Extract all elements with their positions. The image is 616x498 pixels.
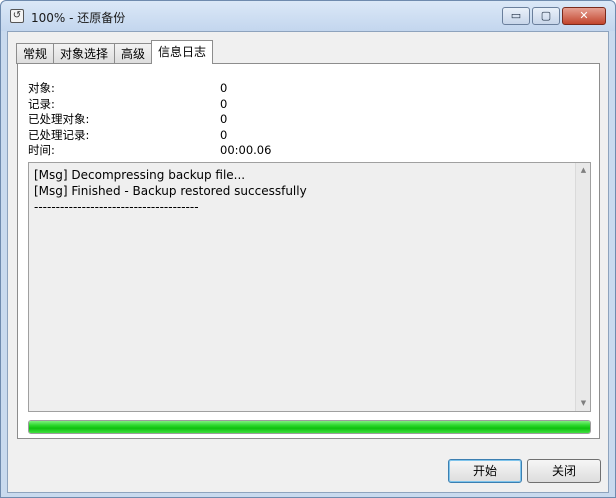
scroll-down-arrow-icon[interactable]: ▼ <box>576 396 591 411</box>
stat-row-records: 记录: 0 <box>28 97 328 113</box>
stat-label: 对象: <box>28 81 55 95</box>
log-line: [Msg] Decompressing backup file... <box>34 168 246 182</box>
message-log-panel: 对象: 0 记录: 0 已处理对象: 0 已处理记录: 0 时间: 00:00.… <box>17 63 600 439</box>
stat-value: 0 <box>220 81 228 95</box>
stat-label: 时间: <box>28 143 55 157</box>
tab-advanced[interactable]: 高级 <box>114 43 153 64</box>
stats-list: 对象: 0 记录: 0 已处理对象: 0 已处理记录: 0 时间: 00:00.… <box>28 81 328 159</box>
maximize-button[interactable]: ▢ <box>532 7 560 25</box>
stat-row-objects: 对象: 0 <box>28 81 328 97</box>
caption-buttons: ▭ ▢ ✕ <box>500 7 606 25</box>
progress-fill <box>29 421 590 433</box>
progress-bar <box>28 420 591 434</box>
tab-object-selection[interactable]: 对象选择 <box>53 43 116 64</box>
restore-backup-window: ↺ 100% - 还原备份 ▭ ▢ ✕ 常规 对象选择 高级 信息日志 对象: … <box>0 0 616 498</box>
dialog-client-area: 常规 对象选择 高级 信息日志 对象: 0 记录: 0 已处理对象: 0 已处理… <box>7 31 609 493</box>
log-line: -------------------------------------- <box>34 200 199 214</box>
stat-row-processed-records: 已处理记录: 0 <box>28 128 328 144</box>
tab-general[interactable]: 常规 <box>16 43 55 64</box>
stat-label: 已处理对象: <box>28 112 90 126</box>
start-button[interactable]: 开始 <box>448 459 522 483</box>
close-button[interactable]: 关闭 <box>527 459 601 483</box>
tab-message-log[interactable]: 信息日志 <box>151 40 214 64</box>
minimize-button[interactable]: ▭ <box>502 7 530 25</box>
stat-label: 记录: <box>28 96 55 111</box>
title-bar[interactable]: ↺ 100% - 还原备份 ▭ ▢ ✕ <box>1 1 615 31</box>
stat-row-time: 时间: 00:00.06 <box>28 143 328 159</box>
window-title: 100% - 还原备份 <box>31 11 126 25</box>
stat-value: 0 <box>220 112 228 126</box>
stat-value: 00:00.06 <box>220 143 272 157</box>
log-line: [Msg] Finished - Backup restored success… <box>34 184 307 198</box>
tab-strip: 常规 对象选择 高级 信息日志 <box>16 40 214 64</box>
scroll-up-arrow-icon[interactable]: ▲ <box>576 163 591 178</box>
restore-app-icon: ↺ <box>10 9 24 23</box>
stat-label: 已处理记录: <box>28 127 90 142</box>
stat-value: 0 <box>220 127 228 142</box>
log-lines: [Msg] Decompressing backup file... [Msg]… <box>34 167 307 215</box>
stat-row-processed-objects: 已处理对象: 0 <box>28 112 328 128</box>
stat-value: 0 <box>220 96 228 111</box>
log-scrollbar[interactable]: ▲ ▼ <box>575 163 590 411</box>
close-window-button[interactable]: ✕ <box>562 7 606 25</box>
log-textbox[interactable]: [Msg] Decompressing backup file... [Msg]… <box>28 162 591 412</box>
